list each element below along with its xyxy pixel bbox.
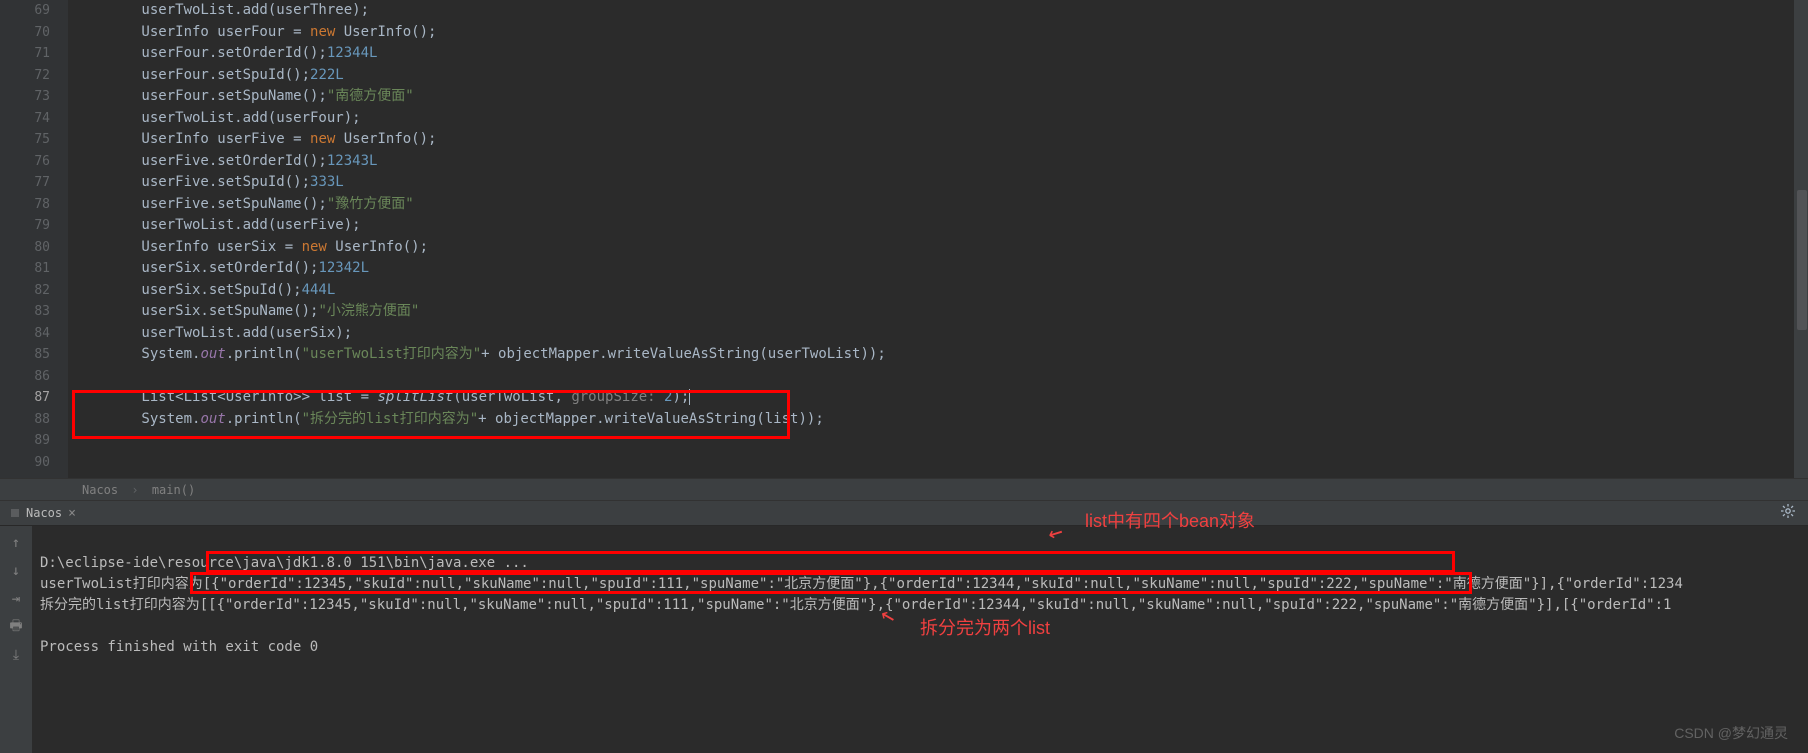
breadcrumb-class[interactable]: Nacos (82, 483, 118, 497)
console-line1-json: [{"orderId":12345,"skuId":null,"skuName"… (203, 576, 1683, 592)
line-number: 73 (0, 86, 50, 108)
console-output[interactable]: D:\eclipse-ide\resource\java\jdk1.8.0 15… (32, 526, 1808, 753)
gear-icon[interactable] (1780, 503, 1796, 523)
line-number: 85 (0, 344, 50, 366)
code-line[interactable]: userFive.setOrderId();12343L (68, 151, 1808, 173)
line-number: 78 (0, 194, 50, 216)
console-line1-prefix: userTwoList打印内容为 (40, 576, 203, 592)
code-area[interactable]: userTwoList.add(userThree); UserInfo use… (68, 0, 1808, 478)
line-number: 79 (0, 215, 50, 237)
code-line[interactable]: userFive.setSpuId();333L (68, 172, 1808, 194)
editor-scrollbar-thumb[interactable] (1797, 190, 1807, 330)
breadcrumb[interactable]: Nacos › main() (0, 478, 1808, 500)
line-number: 72 (0, 65, 50, 87)
console-area: ↑ ↓ ⇥ 🖶 ⤓ D:\eclipse-ide\resource\java\j… (0, 526, 1808, 753)
line-number: 86 (0, 366, 50, 388)
scroll-up-icon[interactable]: ↑ (5, 532, 27, 554)
line-number: 88 (0, 409, 50, 431)
editor-area: 6970717273747576777879808182838485868788… (0, 0, 1808, 478)
code-line[interactable]: System.out.println("userTwoList打印内容为"+ o… (68, 344, 1808, 366)
code-line[interactable]: System.out.println("拆分完的list打印内容为"+ obje… (68, 409, 1808, 431)
run-icon (8, 506, 22, 520)
line-number: 71 (0, 43, 50, 65)
scroll-end-icon[interactable]: ⤓ (5, 644, 27, 666)
console-line2-json: [[{"orderId":12345,"skuId":null,"skuName… (200, 597, 1672, 613)
code-line[interactable]: userSix.setSpuId();444L (68, 280, 1808, 302)
line-number: 70 (0, 22, 50, 44)
console-line2-prefix: 拆分完的list打印内容为 (40, 597, 200, 613)
line-number: 89 (0, 430, 50, 452)
line-gutter: 6970717273747576777879808182838485868788… (0, 0, 68, 478)
console-exit: Process finished with exit code 0 (40, 639, 318, 655)
line-number: 81 (0, 258, 50, 280)
code-line[interactable]: userSix.setSpuName();"小浣熊方便面" (68, 301, 1808, 323)
editor-scrollbar-track[interactable] (1794, 0, 1808, 478)
code-line[interactable]: userTwoList.add(userThree); (68, 0, 1808, 22)
breadcrumb-separator: › (131, 483, 138, 497)
console-cmd: D:\eclipse-ide\resource\java\jdk1.8.0 15… (40, 555, 529, 571)
code-line[interactable]: userFive.setSpuName();"豫竹方便面" (68, 194, 1808, 216)
code-line[interactable]: userTwoList.add(userFour); (68, 108, 1808, 130)
code-line[interactable] (68, 452, 1808, 474)
code-line[interactable]: userTwoList.add(userFive); (68, 215, 1808, 237)
line-number: 82 (0, 280, 50, 302)
line-number: 90 (0, 452, 50, 474)
print-icon[interactable]: 🖶 (5, 616, 27, 638)
scroll-down-icon[interactable]: ↓ (5, 560, 27, 582)
soft-wrap-icon[interactable]: ⇥ (5, 588, 27, 610)
code-line[interactable]: userTwoList.add(userSix); (68, 323, 1808, 345)
line-number: 87 (0, 387, 50, 409)
watermark: CSDN @梦幻通灵 (1674, 723, 1788, 743)
line-number: 80 (0, 237, 50, 259)
code-line[interactable]: userFour.setSpuName();"南德方便面" (68, 86, 1808, 108)
console-toolbar: ↑ ↓ ⇥ 🖶 ⤓ (0, 526, 32, 753)
line-number: 75 (0, 129, 50, 151)
line-number: 83 (0, 301, 50, 323)
tab-nacos[interactable]: Nacos × (0, 500, 84, 526)
code-line[interactable]: UserInfo userFour = new UserInfo(); (68, 22, 1808, 44)
line-number: 69 (0, 0, 50, 22)
close-icon[interactable]: × (68, 506, 76, 521)
console-tabs: Nacos × (0, 500, 1808, 526)
code-line[interactable]: userFour.setSpuId();222L (68, 65, 1808, 87)
code-line[interactable] (68, 366, 1808, 388)
line-number: 76 (0, 151, 50, 173)
tab-label: Nacos (26, 506, 62, 520)
line-number: 77 (0, 172, 50, 194)
line-number: 74 (0, 108, 50, 130)
code-line[interactable]: userFour.setOrderId();12344L (68, 43, 1808, 65)
code-line[interactable]: UserInfo userSix = new UserInfo(); (68, 237, 1808, 259)
code-line[interactable] (68, 430, 1808, 452)
code-line[interactable]: userSix.setOrderId();12342L (68, 258, 1808, 280)
line-number: 84 (0, 323, 50, 345)
code-line[interactable]: List<List<UserInfo>> list = splitList(us… (68, 387, 1808, 409)
breadcrumb-method[interactable]: main() (152, 483, 195, 497)
code-line[interactable]: UserInfo userFive = new UserInfo(); (68, 129, 1808, 151)
